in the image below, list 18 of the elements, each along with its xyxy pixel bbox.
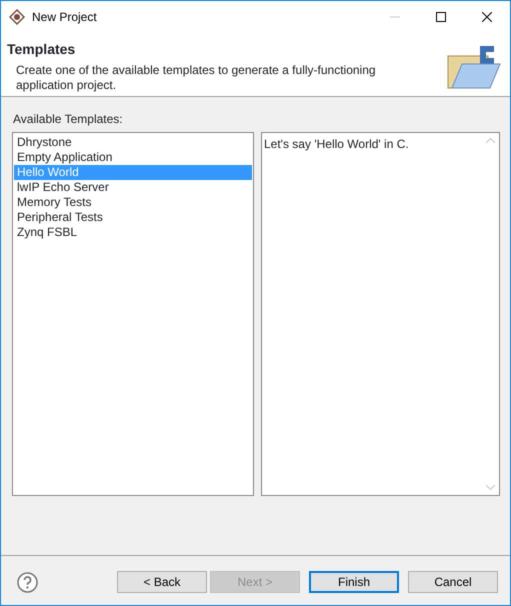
template-description: Let's say 'Hello World' in C. <box>263 136 410 150</box>
template-item[interactable]: Empty Application <box>14 150 252 165</box>
maximize-icon <box>436 12 446 22</box>
template-item[interactable]: Peripheral Tests <box>14 210 252 225</box>
templates-label: Available Templates: <box>13 111 124 128</box>
help-icon[interactable] <box>17 572 38 592</box>
template-item[interactable]: lwIP Echo Server <box>14 180 252 195</box>
close-icon <box>482 12 492 22</box>
template-item[interactable]: Memory Tests <box>14 195 252 210</box>
template-item[interactable]: Dhrystone <box>14 135 252 150</box>
dialog-button[interactable]: Finish <box>309 571 399 593</box>
page-description: Create one of the available templates to generate a fully-functioning application project. <box>16 63 376 93</box>
dialog-button[interactable]: < Back <box>117 571 207 593</box>
dialog-button[interactable]: Cancel <box>408 571 498 593</box>
app-icon <box>9 8 25 24</box>
template-item[interactable]: Zynq FSBL <box>14 225 252 240</box>
page-title: Templates <box>7 40 76 59</box>
window-title: New Project <box>32 8 97 26</box>
